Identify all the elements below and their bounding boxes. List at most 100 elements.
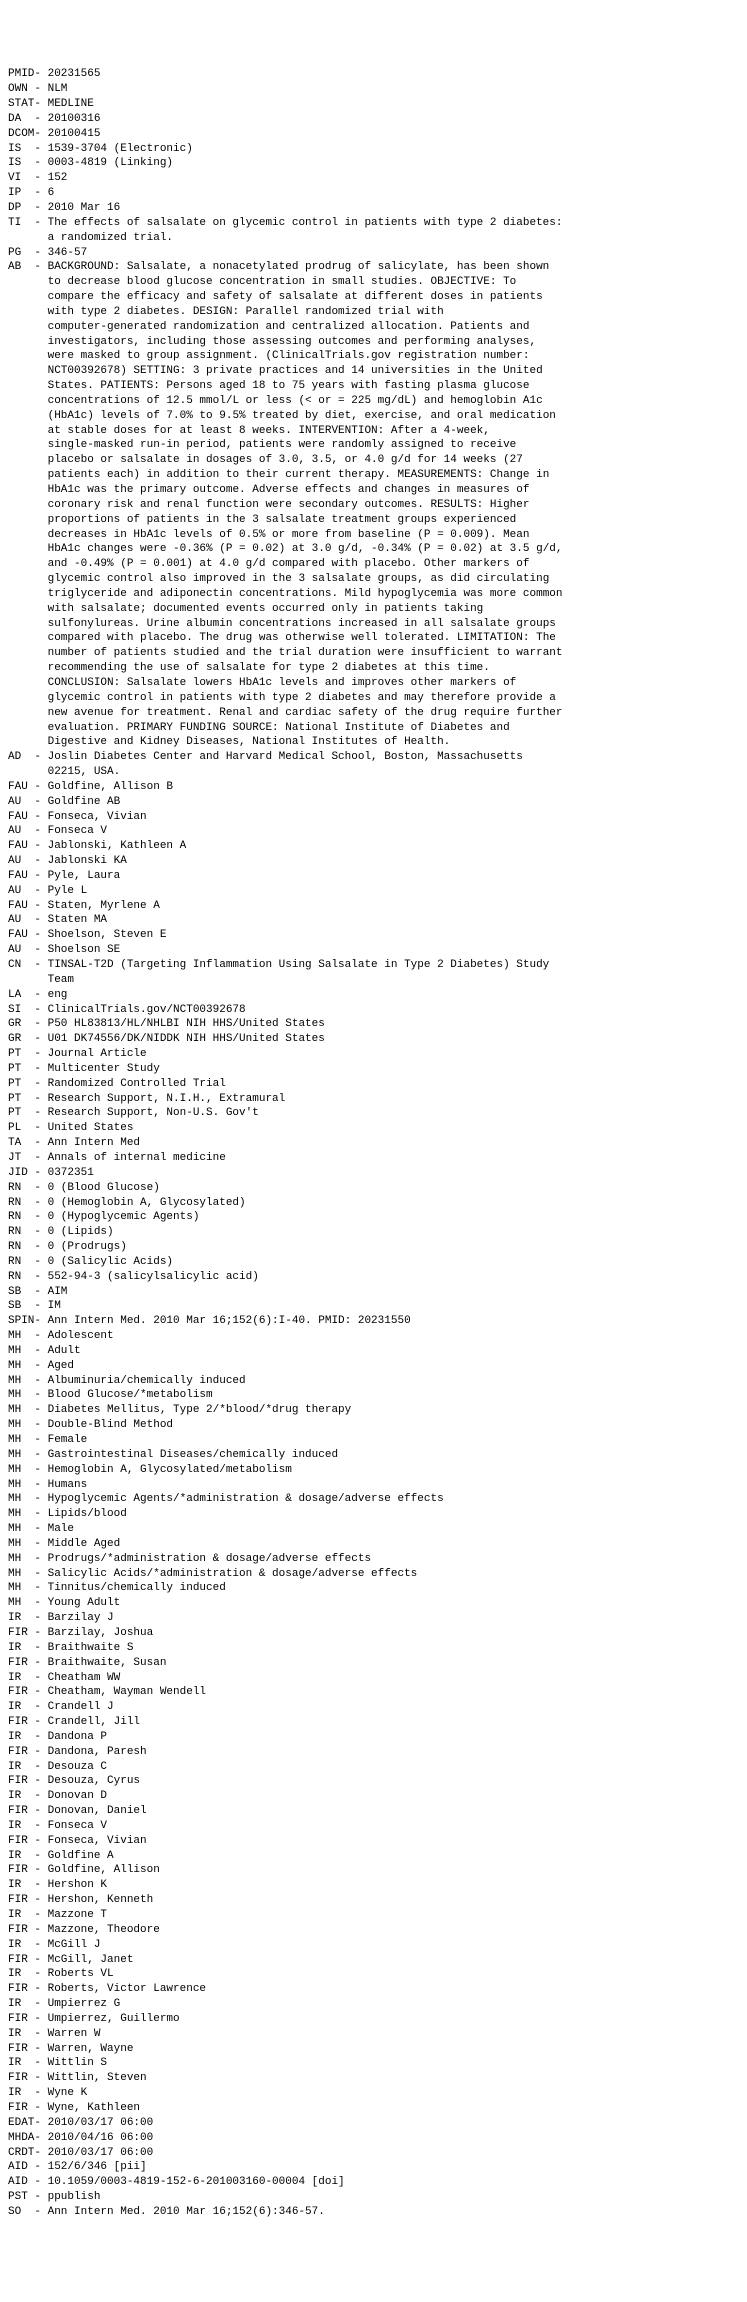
record-line: (HbA1c) levels of 7.0% to 9.5% treated b… xyxy=(8,409,739,424)
record-line: MH - Blood Glucose/*metabolism xyxy=(8,1388,739,1403)
record-line: RN - 0 (Salicylic Acids) xyxy=(8,1255,739,1270)
record-line: IR - Wittlin S xyxy=(8,2056,739,2071)
record-line: AID - 152/6/346 [pii] xyxy=(8,2160,739,2175)
record-line: FAU - Fonseca, Vivian xyxy=(8,810,739,825)
record-line: GR - P50 HL83813/HL/NHLBI NIH HHS/United… xyxy=(8,1017,739,1032)
record-line: AU - Pyle L xyxy=(8,884,739,899)
record-line: computer-generated randomization and cen… xyxy=(8,320,739,335)
record-line: DA - 20100316 xyxy=(8,112,739,127)
record-line: PT - Research Support, N.I.H., Extramura… xyxy=(8,1092,739,1107)
record-line: FIR - Desouza, Cyrus xyxy=(8,1774,739,1789)
record-line: RN - 0 (Prodrugs) xyxy=(8,1240,739,1255)
record-line: FIR - Wyne, Kathleen xyxy=(8,2101,739,2116)
record-line: new avenue for treatment. Renal and card… xyxy=(8,706,739,721)
record-line: AU - Shoelson SE xyxy=(8,943,739,958)
record-line: IR - Mazzone T xyxy=(8,1908,739,1923)
record-line: FIR - Warren, Wayne xyxy=(8,2042,739,2057)
record-line: with type 2 diabetes. DESIGN: Parallel r… xyxy=(8,305,739,320)
record-line: IR - Braithwaite S xyxy=(8,1641,739,1656)
record-line: with salsalate; documented events occurr… xyxy=(8,602,739,617)
record-line: FAU - Shoelson, Steven E xyxy=(8,928,739,943)
record-line: MH - Middle Aged xyxy=(8,1537,739,1552)
record-line: RN - 552-94-3 (salicylsalicylic acid) xyxy=(8,1270,739,1285)
record-line: EDAT- 2010/03/17 06:00 xyxy=(8,2116,739,2131)
record-line: single-masked run-in period, patients we… xyxy=(8,438,739,453)
record-line: IR - Cheatham WW xyxy=(8,1671,739,1686)
record-line: FAU - Staten, Myrlene A xyxy=(8,899,739,914)
record-line: MHDA- 2010/04/16 06:00 xyxy=(8,2131,739,2146)
record-line: DP - 2010 Mar 16 xyxy=(8,201,739,216)
record-line: IS - 0003-4819 (Linking) xyxy=(8,156,739,171)
record-line: CRDT- 2010/03/17 06:00 xyxy=(8,2146,739,2161)
record-line: MH - Diabetes Mellitus, Type 2/*blood/*d… xyxy=(8,1403,739,1418)
record-line: evaluation. PRIMARY FUNDING SOURCE: Nati… xyxy=(8,721,739,736)
record-line: SI - ClinicalTrials.gov/NCT00392678 xyxy=(8,1003,739,1018)
record-line: DCOM- 20100415 xyxy=(8,127,739,142)
record-line: at stable doses for at least 8 weeks. IN… xyxy=(8,424,739,439)
record-line: decreases in HbA1c levels of 0.5% or mor… xyxy=(8,528,739,543)
record-line: PST - ppublish xyxy=(8,2190,739,2205)
record-line: placebo or salsalate in dosages of 3.0, … xyxy=(8,453,739,468)
record-line: were masked to group assignment. (Clinic… xyxy=(8,349,739,364)
record-line: PMID- 20231565 xyxy=(8,67,739,82)
record-line: MH - Female xyxy=(8,1433,739,1448)
record-line: Team xyxy=(8,973,739,988)
record-line: IP - 6 xyxy=(8,186,739,201)
record-line: IR - McGill J xyxy=(8,1938,739,1953)
record-line: FAU - Jablonski, Kathleen A xyxy=(8,839,739,854)
record-line: patients each) in addition to their curr… xyxy=(8,468,739,483)
medline-record: PMID- 20231565OWN - NLMSTAT- MEDLINEDA -… xyxy=(8,67,739,2219)
record-line: MH - Prodrugs/*administration & dosage/a… xyxy=(8,1552,739,1567)
record-line: IR - Roberts VL xyxy=(8,1967,739,1982)
record-line: IR - Goldfine A xyxy=(8,1849,739,1864)
record-line: SB - AIM xyxy=(8,1285,739,1300)
record-line: SO - Ann Intern Med. 2010 Mar 16;152(6):… xyxy=(8,2205,739,2220)
record-line: OWN - NLM xyxy=(8,82,739,97)
record-line: LA - eng xyxy=(8,988,739,1003)
record-line: HbA1c changes were -0.36% (P = 0.02) at … xyxy=(8,542,739,557)
record-line: compared with placebo. The drug was othe… xyxy=(8,631,739,646)
record-line: FIR - Mazzone, Theodore xyxy=(8,1923,739,1938)
record-line: MH - Adolescent xyxy=(8,1329,739,1344)
record-line: compare the efficacy and safety of salsa… xyxy=(8,290,739,305)
record-line: MH - Male xyxy=(8,1522,739,1537)
record-line: RN - 0 (Blood Glucose) xyxy=(8,1181,739,1196)
record-line: IR - Fonseca V xyxy=(8,1819,739,1834)
record-line: MH - Lipids/blood xyxy=(8,1507,739,1522)
record-line: FIR - Hershon, Kenneth xyxy=(8,1893,739,1908)
record-line: FIR - Dandona, Paresh xyxy=(8,1745,739,1760)
record-line: triglyceride and adiponectin concentrati… xyxy=(8,587,739,602)
record-line: MH - Young Adult xyxy=(8,1596,739,1611)
record-line: MH - Hypoglycemic Agents/*administration… xyxy=(8,1492,739,1507)
record-line: and -0.49% (P = 0.001) at 4.0 g/d compar… xyxy=(8,557,739,572)
record-line: PG - 346-57 xyxy=(8,246,739,261)
record-line: AU - Jablonski KA xyxy=(8,854,739,869)
record-line: PL - United States xyxy=(8,1121,739,1136)
record-line: MH - Gastrointestinal Diseases/chemicall… xyxy=(8,1448,739,1463)
record-line: coronary risk and renal function were se… xyxy=(8,498,739,513)
record-line: glycemic control in patients with type 2… xyxy=(8,691,739,706)
record-line: RN - 0 (Lipids) xyxy=(8,1225,739,1240)
record-line: IR - Hershon K xyxy=(8,1878,739,1893)
record-line: FIR - Donovan, Daniel xyxy=(8,1804,739,1819)
record-line: IR - Donovan D xyxy=(8,1789,739,1804)
record-line: IR - Dandona P xyxy=(8,1730,739,1745)
record-line: IR - Crandell J xyxy=(8,1700,739,1715)
record-line: FIR - Fonseca, Vivian xyxy=(8,1834,739,1849)
record-line: AD - Joslin Diabetes Center and Harvard … xyxy=(8,750,739,765)
record-line: PT - Journal Article xyxy=(8,1047,739,1062)
record-line: FIR - Crandell, Jill xyxy=(8,1715,739,1730)
record-line: recommending the use of salsalate for ty… xyxy=(8,661,739,676)
record-line: RN - 0 (Hypoglycemic Agents) xyxy=(8,1210,739,1225)
record-line: MH - Tinnitus/chemically induced xyxy=(8,1581,739,1596)
record-line: IS - 1539-3704 (Electronic) xyxy=(8,142,739,157)
record-line: STAT- MEDLINE xyxy=(8,97,739,112)
record-line: IR - Wyne K xyxy=(8,2086,739,2101)
record-line: AU - Goldfine AB xyxy=(8,795,739,810)
record-line: TA - Ann Intern Med xyxy=(8,1136,739,1151)
record-line: SB - IM xyxy=(8,1299,739,1314)
record-line: MH - Aged xyxy=(8,1359,739,1374)
record-line: FAU - Goldfine, Allison B xyxy=(8,780,739,795)
record-line: TI - The effects of salsalate on glycemi… xyxy=(8,216,739,231)
record-line: IR - Warren W xyxy=(8,2027,739,2042)
